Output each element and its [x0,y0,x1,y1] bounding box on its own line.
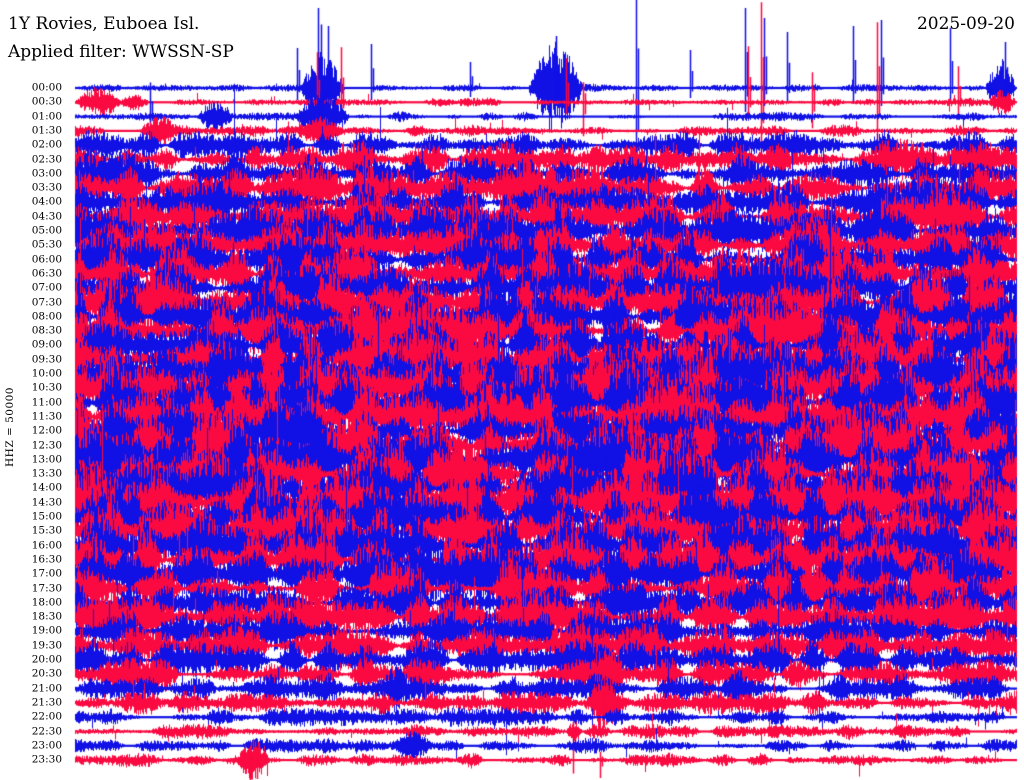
time-label-07-00: 07:00 [32,283,62,294]
time-label-06-30: 06:30 [32,268,62,279]
time-label-18-00: 18:00 [32,597,62,608]
time-label-02-00: 02:00 [32,140,62,151]
time-label-21-30: 21:30 [32,697,62,708]
time-label-23-30: 23:30 [32,755,62,766]
time-label-13-30: 13:30 [32,469,62,480]
time-label-04-00: 04:00 [32,197,62,208]
time-label-04-30: 04:30 [32,211,62,222]
time-label-10-00: 10:00 [32,369,62,380]
time-label-08-00: 08:00 [32,311,62,322]
time-label-11-00: 11:00 [32,397,62,408]
time-label-13-00: 13:00 [32,454,62,465]
time-label-20-30: 20:30 [32,669,62,680]
time-label-19-30: 19:30 [32,640,62,651]
time-label-03-00: 03:00 [32,168,62,179]
time-label-21-00: 21:00 [32,683,62,694]
time-label-17-00: 17:00 [32,569,62,580]
time-label-16-00: 16:00 [32,540,62,551]
time-label-16-30: 16:30 [32,554,62,565]
channel-scale-label: HHZ = 50000 [4,387,16,467]
helicorder-view: 1Y Rovies, Euboea Isl. Applied filter: W… [0,0,1024,780]
time-label-18-30: 18:30 [32,612,62,623]
time-label-03-30: 03:30 [32,183,62,194]
time-label-02-30: 02:30 [32,154,62,165]
time-label-14-30: 14:30 [32,497,62,508]
time-label-12-00: 12:00 [32,426,62,437]
time-label-15-00: 15:00 [32,512,62,523]
time-label-11-30: 11:30 [32,411,62,422]
time-label-09-30: 09:30 [32,354,62,365]
time-label-07-30: 07:30 [32,297,62,308]
time-label-22-30: 22:30 [32,726,62,737]
time-label-14-00: 14:00 [32,483,62,494]
time-label-12-30: 12:30 [32,440,62,451]
seismogram-trace-canvas [0,0,1024,780]
time-label-09-00: 09:00 [32,340,62,351]
time-label-22-00: 22:00 [32,712,62,723]
date-label: 2025-09-20 [917,15,1015,34]
time-label-23-00: 23:00 [32,740,62,751]
time-label-05-30: 05:30 [32,240,62,251]
time-label-00-30: 00:30 [32,97,62,108]
time-label-08-30: 08:30 [32,326,62,337]
time-label-01-00: 01:00 [32,111,62,122]
time-label-19-00: 19:00 [32,626,62,637]
time-label-15-30: 15:30 [32,526,62,537]
time-label-00-00: 00:00 [32,83,62,94]
time-label-17-30: 17:30 [32,583,62,594]
time-label-06-00: 06:00 [32,254,62,265]
time-label-20-00: 20:00 [32,655,62,666]
time-label-05-00: 05:00 [32,226,62,237]
time-label-01-30: 01:30 [32,125,62,136]
time-label-10-30: 10:30 [32,383,62,394]
